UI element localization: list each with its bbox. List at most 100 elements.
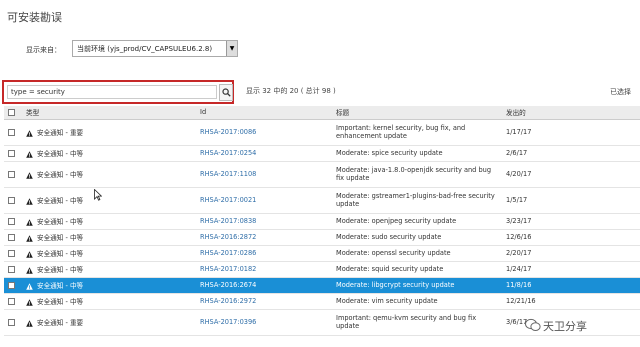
watermark-text: 天卫分享 [543,320,587,333]
table-row[interactable]: 安全通知 - 中等 RHSA-2017:0286 Moderate: openssl… [4,245,640,262]
row-type-cell: 安全通知 - 中等 [22,187,196,214]
column-header-title[interactable]: 标题 [332,106,502,120]
search-button[interactable] [219,84,233,101]
column-header-type[interactable]: 类型 [22,106,196,120]
table-row[interactable]: 安全通知 - 中等 RHSA-2016:2674 Moderate: libgcry… [4,277,640,294]
warning-icon [26,218,33,226]
table-header-row: 类型 Id 标题 发出的 [4,106,640,120]
table-row[interactable]: 安全通知 - 中等 RHSA-2017:0254 Moderate: spice s… [4,145,640,162]
errata-id-link[interactable]: RHSA-2017:0182 [196,261,332,278]
row-checkbox[interactable] [8,149,15,157]
errata-issued-date: 1/17/17 [502,119,640,146]
errata-title: Moderate: openjpeg security update [332,213,502,230]
errata-id-link[interactable]: RHSA-2017:0021 [196,187,332,214]
table-row[interactable]: 安全通知 - 中等 RHSA-2017:0838 Moderate: openjpe… [4,213,640,230]
paging-info: 显示 32 中的 20 ( 总计 98 ) [246,87,336,95]
row-checkbox[interactable] [8,217,15,225]
row-type-cell: 安全通知 - 中等 [22,213,196,230]
errata-id-link[interactable]: RHSA-2016:2972 [196,293,332,310]
errata-type: 安全通知 - 中等 [37,197,84,205]
warning-icon [26,250,33,258]
errata-id-link[interactable]: RHSA-2016:2674 [196,277,332,294]
row-select-cell[interactable] [4,309,22,336]
warning-icon [26,266,33,274]
warning-icon [26,319,33,327]
errata-issued-date: 12/6/16 [502,229,640,246]
row-checkbox[interactable] [8,265,15,273]
row-checkbox[interactable] [8,233,15,241]
row-type-cell: 安全通知 - 中等 [22,293,196,310]
row-select-cell[interactable] [4,261,22,278]
errata-issued-date: 2/20/17 [502,245,640,262]
row-checkbox[interactable] [8,281,15,289]
row-select-cell[interactable] [4,161,22,188]
errata-type: 安全通知 - 中等 [37,150,84,158]
row-checkbox[interactable] [8,318,15,326]
errata-id-link[interactable]: RHSA-2017:0086 [196,119,332,146]
search-highlight-box: type = security [2,80,234,104]
warning-icon [26,129,33,137]
row-checkbox[interactable] [8,297,15,305]
row-type-cell: 安全通知 - 中等 [22,261,196,278]
row-checkbox[interactable] [8,249,15,257]
errata-id-link[interactable]: RHSA-2017:0254 [196,145,332,162]
table-row[interactable]: 安全通知 - 中等 RHSA-2017:1108 Moderate: java-1.… [4,161,640,188]
environment-select-value: 当前环境 (yjs_prod/CV_CAPSULEU6.2.8) [77,45,213,53]
row-type-cell: 安全通知 - 重要 [22,119,196,146]
row-select-cell[interactable] [4,145,22,162]
select-all-checkbox[interactable] [8,108,15,116]
errata-title: Important: kernel security, bug fix, and… [332,119,502,146]
row-select-cell[interactable] [4,119,22,146]
row-select-cell[interactable] [4,293,22,310]
errata-title: Important: qemu-kvm security and bug fix… [332,309,502,336]
table-row[interactable]: 安全通知 - 重要 RHSA-2017:0086 Important: kernel… [4,119,640,146]
search-icon [222,88,231,97]
errata-title: Moderate: spice security update [332,145,502,162]
errata-id-link[interactable]: RHSA-2017:1108 [196,161,332,188]
errata-type: 安全通知 - 中等 [37,282,84,290]
column-header-id[interactable]: Id [196,106,332,120]
errata-title: Moderate: java-1.8.0-openjdk security an… [332,161,502,188]
chevron-down-icon[interactable]: ▼ [226,41,237,56]
table-row[interactable]: 安全通知 - 中等 RHSA-2016:2872 Moderate: sudo se… [4,229,640,246]
select-all-cell[interactable] [4,106,22,120]
row-select-cell[interactable] [4,245,22,262]
errata-type: 安全通知 - 中等 [37,218,84,226]
row-select-cell[interactable] [4,229,22,246]
row-type-cell: 安全通知 - 中等 [22,245,196,262]
row-checkbox[interactable] [8,196,15,204]
errata-title: Moderate: gstreamer1-plugins-bad-free se… [332,187,502,214]
table-row[interactable]: 安全通知 - 中等 RHSA-2017:0182 Moderate: squid s… [4,261,640,278]
errata-type: 安全通知 - 中等 [37,298,84,306]
warning-icon [26,234,33,242]
errata-issued-date: 3/23/17 [502,213,640,230]
warning-icon [26,197,33,205]
errata-issued-date: 1/24/17 [502,261,640,278]
selected-count: 已选择 [610,88,631,96]
errata-type: 安全通知 - 中等 [37,250,84,258]
errata-type: 安全通知 - 重要 [37,129,84,137]
row-select-cell[interactable] [4,213,22,230]
errata-id-link[interactable]: RHSA-2017:0396 [196,309,332,336]
row-type-cell: 安全通知 - 中等 [22,145,196,162]
column-header-issued[interactable]: 发出的 [502,106,640,120]
row-select-cell[interactable] [4,187,22,214]
errata-title: Moderate: vim security update [332,293,502,310]
errata-id-link[interactable]: RHSA-2016:2872 [196,229,332,246]
warning-icon [26,150,33,158]
search-input[interactable]: type = security [7,85,217,99]
row-checkbox[interactable] [8,128,15,136]
errata-title: Moderate: openssl security update [332,245,502,262]
errata-issued-date: 12/21/16 [502,293,640,310]
errata-id-link[interactable]: RHSA-2017:0838 [196,213,332,230]
errata-id-link[interactable]: RHSA-2017:0286 [196,245,332,262]
wechat-logo-icon [525,318,541,332]
mouse-cursor-icon [94,189,102,201]
table-row[interactable]: 安全通知 - 中等 RHSA-2016:2972 Moderate: vim sec… [4,293,640,310]
warning-icon [26,298,33,306]
warning-icon [26,282,33,290]
row-checkbox[interactable] [8,170,15,178]
environment-select[interactable]: 当前环境 (yjs_prod/CV_CAPSULEU6.2.8) ▼ [72,40,238,57]
errata-issued-date: 4/20/17 [502,161,640,188]
row-select-cell[interactable] [4,277,22,294]
